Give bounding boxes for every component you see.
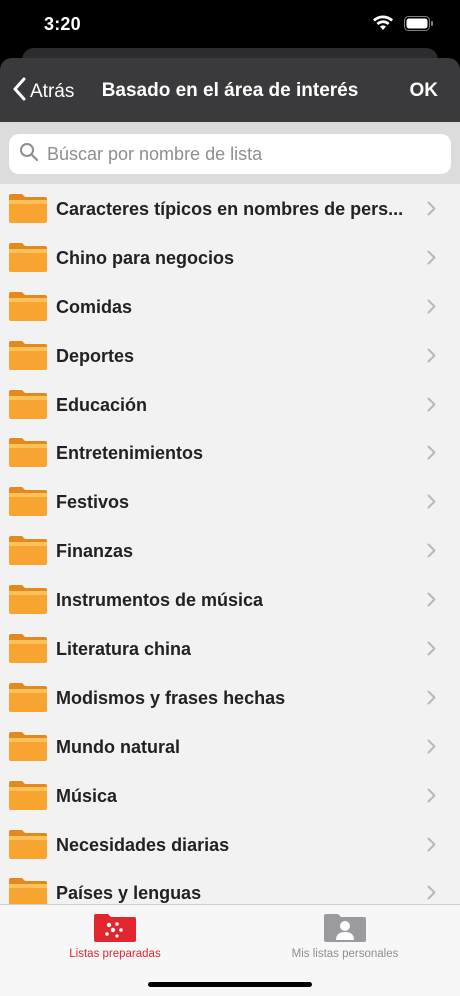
list-item-label: Deportes [56, 345, 135, 366]
tab-label: Mis listas personales [291, 948, 399, 960]
list-item[interactable]: Educación [0, 380, 460, 429]
list-item[interactable]: Países y lenguas [0, 868, 460, 904]
list-item-label: Entretenimientos [56, 443, 204, 464]
list-item-label: Música [56, 785, 118, 806]
folder-icon [9, 536, 47, 566]
list-item[interactable]: Finanzas [0, 526, 460, 575]
list-item[interactable]: Literatura china [0, 624, 460, 673]
list-item-label: Literatura china [56, 639, 192, 660]
list-item-label: Mundo natural [56, 736, 180, 757]
folder-icon [9, 780, 47, 810]
prepared-lists-icon [94, 914, 136, 942]
list-item-label: Necesidades diarias [56, 834, 230, 855]
folder-icon [9, 731, 47, 761]
folder-icon [9, 878, 47, 904]
list-item[interactable]: Festivos [0, 477, 460, 526]
list-item[interactable]: Música [0, 771, 460, 820]
list-item-label: Chino para negocios [56, 247, 235, 268]
chevron-right-icon [427, 445, 436, 460]
page-title: Basado en el área de interés [101, 80, 359, 101]
list-item[interactable]: Modismos y frases hechas [0, 673, 460, 722]
search-icon [19, 142, 39, 167]
list-item[interactable]: Necesidades diarias [0, 820, 460, 869]
list-item[interactable]: Mundo natural [0, 722, 460, 771]
chevron-right-icon [427, 690, 436, 705]
search-input[interactable] [47, 143, 437, 165]
folder-icon [9, 438, 47, 468]
list-item-label: Festivos [56, 492, 130, 513]
chevron-right-icon [427, 885, 436, 900]
list-item-label: Educación [56, 394, 148, 415]
tab-label: Listas preparadas [69, 948, 161, 960]
list-item[interactable]: Deportes [0, 331, 460, 380]
category-list: Caracteres típicos en nombres de pers...… [0, 184, 460, 904]
search-box[interactable] [9, 134, 451, 174]
list-item[interactable]: Caracteres típicos en nombres de pers... [0, 184, 460, 233]
list-item-label: Finanzas [56, 541, 134, 562]
list-item-label: Países y lenguas [56, 883, 202, 904]
folder-icon [9, 829, 47, 859]
chevron-right-icon [427, 739, 436, 754]
folder-icon [9, 634, 47, 664]
list-item[interactable]: Entretenimientos [0, 428, 460, 477]
folder-icon [9, 291, 47, 321]
chevron-right-icon [427, 201, 436, 216]
folder-icon [9, 340, 47, 370]
tab-prepared-lists[interactable]: Listas preparadas [0, 911, 230, 971]
folder-icon [9, 585, 47, 615]
battery-icon [404, 15, 434, 36]
wifi-icon [372, 15, 394, 36]
folder-icon [9, 389, 47, 419]
personal-lists-icon [324, 914, 366, 942]
folder-icon [9, 682, 47, 712]
status-time: 3:20 [44, 14, 81, 34]
list-item[interactable]: Instrumentos de música [0, 575, 460, 624]
chevron-right-icon [427, 837, 436, 852]
list-item-label: Instrumentos de música [56, 590, 264, 611]
navigation-bar: Atrás Basado en el área de interés OK [0, 58, 460, 122]
chevron-right-icon [427, 788, 436, 803]
tab-bar: Listas preparadas Mis listas personales [0, 904, 460, 996]
chevron-right-icon [427, 348, 436, 363]
home-indicator [148, 982, 312, 987]
ok-button[interactable]: OK [410, 80, 439, 102]
chevron-right-icon [427, 397, 436, 412]
folder-icon [9, 194, 47, 223]
status-bar: 3:20 [0, 0, 460, 50]
chevron-right-icon [427, 592, 436, 607]
list-item[interactable]: Chino para negocios [0, 233, 460, 282]
search-area [0, 122, 460, 184]
folder-icon [9, 487, 47, 517]
chevron-right-icon [427, 543, 436, 558]
chevron-right-icon [427, 494, 436, 509]
tab-personal-lists[interactable]: Mis listas personales [230, 911, 460, 971]
status-icons [372, 15, 434, 36]
chevron-right-icon [427, 299, 436, 314]
folder-icon [9, 242, 47, 272]
list-item-label: Comidas [56, 296, 133, 317]
chevron-right-icon [427, 641, 436, 656]
list-item[interactable]: Comidas [0, 282, 460, 331]
chevron-right-icon [427, 250, 436, 265]
list-item-label: Modismos y frases hechas [56, 687, 286, 708]
list-item-label: Caracteres típicos en nombres de pers... [56, 199, 404, 219]
